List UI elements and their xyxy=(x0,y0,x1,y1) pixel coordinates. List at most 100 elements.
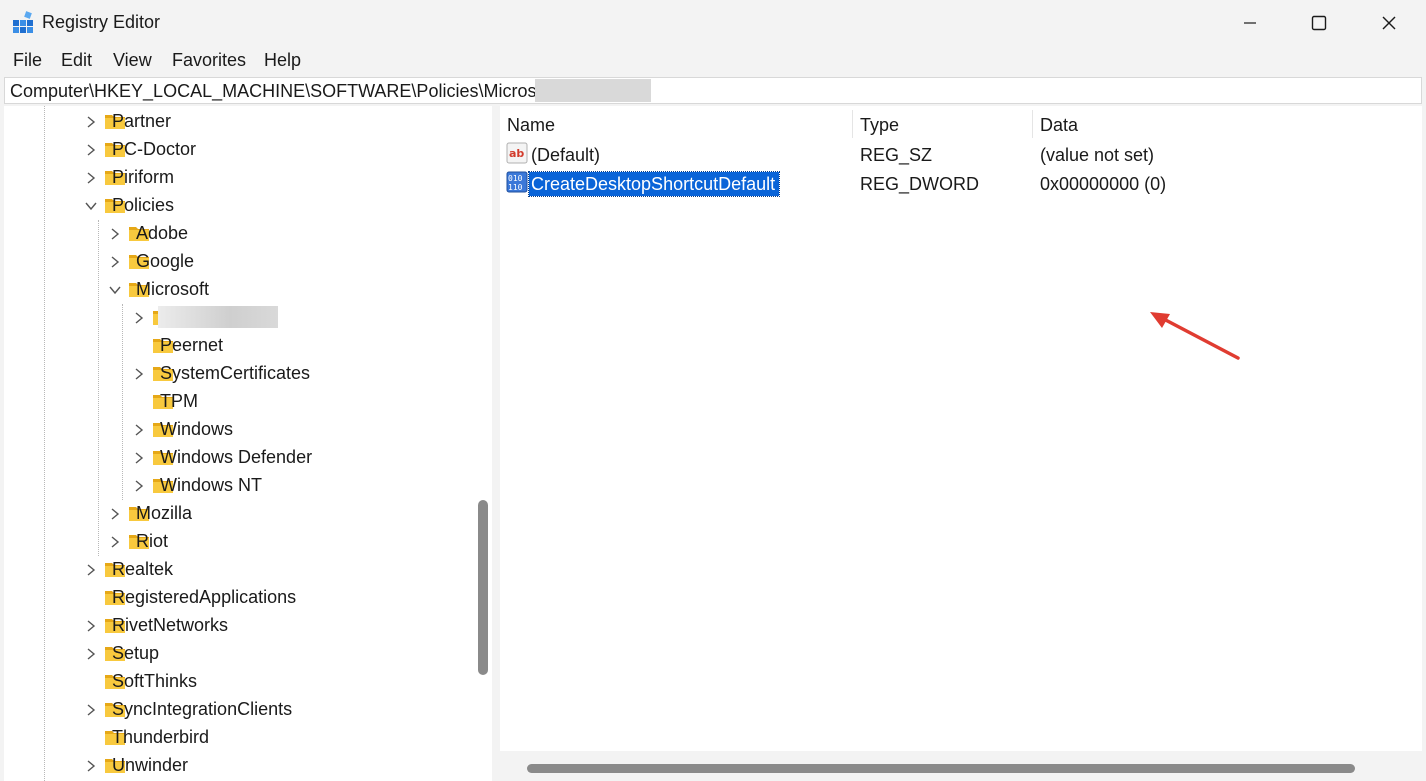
title-bar: Registry Editor xyxy=(0,0,1426,46)
tree-item-partner[interactable]: Partner xyxy=(84,108,444,136)
tree-item-setup[interactable]: Setup xyxy=(84,640,444,668)
values-list-pane[interactable]: Name Type Data ab (Default) REG_SZ (valu… xyxy=(500,106,1422,781)
chevron-right-icon[interactable] xyxy=(84,563,98,577)
chevron-down-icon[interactable] xyxy=(108,283,122,297)
menu-edit[interactable]: Edit xyxy=(61,50,92,71)
maximize-button[interactable] xyxy=(1284,0,1354,46)
chevron-right-icon[interactable] xyxy=(84,703,98,717)
tree-item-unwinder[interactable]: Unwinder xyxy=(84,752,444,780)
value-name: (Default) xyxy=(531,145,601,165)
menu-favorites[interactable]: Favorites xyxy=(172,50,246,71)
chevron-right-icon[interactable] xyxy=(108,507,122,521)
tree-item-piriform[interactable]: Piriform xyxy=(84,164,444,192)
tree-item-label: Unwinder xyxy=(112,755,189,775)
maximize-icon xyxy=(1311,15,1327,31)
tree-item-label: Realtek xyxy=(112,559,174,579)
tree-item-softthinks[interactable]: SoftThinks xyxy=(84,668,444,696)
list-horizontal-scrollbar[interactable] xyxy=(500,751,1422,781)
tree-item-redacted-label xyxy=(158,306,278,328)
tree-item-registeredapplications[interactable]: RegisteredApplications xyxy=(84,584,444,612)
tree-item-microsoft[interactable]: Microsoft xyxy=(108,276,468,304)
tree-item-label: Adobe xyxy=(136,223,189,243)
chevron-right-icon[interactable] xyxy=(132,423,146,437)
tree-item-redacted[interactable] xyxy=(132,304,492,332)
menu-help[interactable]: Help xyxy=(264,50,301,71)
string-value-icon: ab xyxy=(506,142,528,164)
minimize-icon xyxy=(1244,22,1256,24)
tree-item-label: Policies xyxy=(112,195,175,215)
chevron-right-icon[interactable] xyxy=(108,227,122,241)
pane-splitter[interactable] xyxy=(492,106,500,781)
tree-item-tpm[interactable]: TPM xyxy=(132,388,492,416)
tree-item-label: Google xyxy=(136,251,195,271)
tree-item-windows-nt[interactable]: Windows NT xyxy=(132,472,492,500)
tree-item-label: RivetNetworks xyxy=(112,615,229,635)
chevron-right-icon[interactable] xyxy=(132,367,146,381)
chevron-right-icon[interactable] xyxy=(84,759,98,773)
close-icon xyxy=(1382,16,1396,30)
registry-editor-app-icon xyxy=(13,11,33,33)
column-separator[interactable] xyxy=(852,110,853,138)
tree-item-label: TPM xyxy=(160,391,198,411)
chevron-down-icon[interactable] xyxy=(84,199,98,213)
menu-view[interactable]: View xyxy=(113,50,152,71)
menu-bar: File Edit View Favorites Help xyxy=(0,46,1426,76)
chevron-right-icon[interactable] xyxy=(84,647,98,661)
tree-item-label: Piriform xyxy=(112,167,174,187)
chevron-right-icon[interactable] xyxy=(132,451,146,465)
column-header-data[interactable]: Data xyxy=(1040,115,1078,136)
chevron-right-icon[interactable] xyxy=(84,143,98,157)
tree-item-riot[interactable]: Riot xyxy=(108,528,468,556)
chevron-right-icon[interactable] xyxy=(108,255,122,269)
close-button[interactable] xyxy=(1354,0,1424,46)
value-name[interactable]: CreateDesktopShortcutDefault xyxy=(527,171,781,197)
tree-item-label: Windows NT xyxy=(160,475,263,495)
chevron-right-icon[interactable] xyxy=(84,619,98,633)
tree-item-label: Microsoft xyxy=(136,279,210,299)
value-data: 0x00000000 (0) xyxy=(1040,174,1167,194)
tree-vertical-scrollbar[interactable] xyxy=(470,106,492,781)
tree-item-adobe[interactable]: Adobe xyxy=(108,220,468,248)
tree-scrollbar-thumb[interactable] xyxy=(478,500,488,675)
tree-item-label: SystemCertificates xyxy=(160,363,311,383)
tree-item-label: PC-Doctor xyxy=(112,139,197,159)
tree-item-label: Mozilla xyxy=(136,503,193,523)
tree-guide-line xyxy=(44,106,45,781)
tree-item-google[interactable]: Google xyxy=(108,248,468,276)
tree-item-peernet[interactable]: Peernet xyxy=(132,332,492,360)
key-tree-pane[interactable]: Partner PC-Doctor Piriform Policies Adobe Goo… xyxy=(4,106,492,781)
column-separator[interactable] xyxy=(1032,110,1033,138)
tree-item-thunderbird[interactable]: Thunderbird xyxy=(84,724,444,752)
tree-item-policies[interactable]: Policies xyxy=(84,192,444,220)
list-scrollbar-thumb[interactable] xyxy=(527,764,1355,773)
chevron-right-icon[interactable] xyxy=(84,115,98,129)
address-path[interactable]: Computer\HKEY_LOCAL_MACHINE\SOFTWARE\Pol… xyxy=(10,81,561,102)
chevron-right-icon[interactable] xyxy=(84,171,98,185)
chevron-right-icon[interactable] xyxy=(132,479,146,493)
tree-item-syncintegrationclients[interactable]: SyncIntegrationClients xyxy=(84,696,444,724)
tree-item-label: Windows xyxy=(160,419,234,439)
tree-item-label: SoftThinks xyxy=(112,671,198,691)
tree-item-mozilla[interactable]: Mozilla xyxy=(108,500,468,528)
tree-item-pc-doctor[interactable]: PC-Doctor xyxy=(84,136,444,164)
tree-item-label: Setup xyxy=(112,643,160,663)
tree-item-windows[interactable]: Windows xyxy=(132,416,492,444)
tree-item-realtek[interactable]: Realtek xyxy=(84,556,444,584)
tree-item-rivetnetworks[interactable]: RivetNetworks xyxy=(84,612,444,640)
chevron-right-icon[interactable] xyxy=(132,311,146,325)
address-redacted-segment xyxy=(535,79,651,102)
tree-item-label: Peernet xyxy=(160,335,224,355)
minimize-button[interactable] xyxy=(1215,0,1285,46)
svg-text:010: 010 xyxy=(508,174,523,183)
address-bar[interactable]: Computer\HKEY_LOCAL_MACHINE\SOFTWARE\Pol… xyxy=(4,77,1422,104)
column-header-name[interactable]: Name xyxy=(507,115,555,136)
tree-item-systemcertificates[interactable]: SystemCertificates xyxy=(132,360,492,388)
menu-file[interactable]: File xyxy=(13,50,42,71)
column-header-type[interactable]: Type xyxy=(860,115,899,136)
svg-text:110: 110 xyxy=(508,183,523,192)
tree-guide-line xyxy=(122,304,123,500)
chevron-right-icon[interactable] xyxy=(108,535,122,549)
tree-guide-line xyxy=(98,220,99,556)
tree-item-label: Windows Defender xyxy=(160,447,313,467)
tree-item-windows-defender[interactable]: Windows Defender xyxy=(132,444,492,472)
